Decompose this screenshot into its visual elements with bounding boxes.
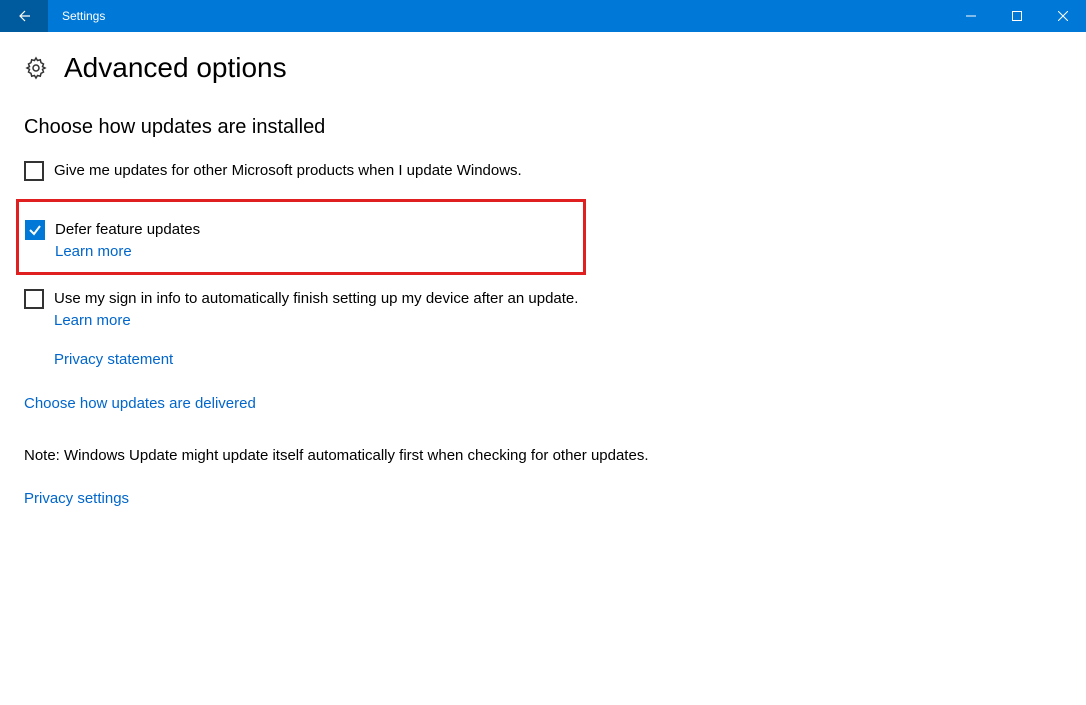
maximize-button[interactable] bbox=[994, 0, 1040, 32]
checkbox-defer[interactable] bbox=[25, 220, 45, 240]
page-header: Advanced options bbox=[24, 52, 1062, 84]
option-signin: Use my sign in info to automatically fin… bbox=[24, 289, 1062, 329]
minimize-button[interactable] bbox=[948, 0, 994, 32]
link-signin-learn-more[interactable]: Learn more bbox=[54, 312, 578, 329]
arrow-left-icon bbox=[16, 8, 32, 24]
back-button[interactable] bbox=[0, 0, 48, 32]
titlebar: Settings bbox=[0, 0, 1086, 32]
highlight-box: Defer feature updates Learn more bbox=[16, 199, 586, 275]
close-button[interactable] bbox=[1040, 0, 1086, 32]
window-controls bbox=[948, 0, 1086, 32]
note-text: Note: Windows Update might update itself… bbox=[24, 447, 1062, 464]
close-icon bbox=[1058, 11, 1068, 21]
link-defer-learn-more[interactable]: Learn more bbox=[55, 243, 200, 260]
page-title: Advanced options bbox=[64, 52, 287, 84]
window-title: Settings bbox=[62, 9, 105, 23]
gear-icon bbox=[24, 56, 48, 80]
link-privacy-settings[interactable]: Privacy settings bbox=[24, 490, 129, 507]
content-area: Advanced options Choose how updates are … bbox=[0, 32, 1086, 528]
label-defer: Defer feature updates bbox=[55, 220, 200, 240]
label-signin: Use my sign in info to automatically fin… bbox=[54, 289, 578, 309]
checkbox-other-products[interactable] bbox=[24, 161, 44, 181]
label-other-products: Give me updates for other Microsoft prod… bbox=[54, 161, 522, 181]
link-privacy-statement[interactable]: Privacy statement bbox=[54, 351, 173, 368]
link-delivery[interactable]: Choose how updates are delivered bbox=[24, 395, 256, 412]
option-other-products: Give me updates for other Microsoft prod… bbox=[24, 161, 1062, 181]
minimize-icon bbox=[966, 11, 976, 21]
checkbox-signin[interactable] bbox=[24, 289, 44, 309]
maximize-icon bbox=[1012, 11, 1022, 21]
section-title: Choose how updates are installed bbox=[24, 116, 1062, 139]
option-defer: Defer feature updates Learn more bbox=[25, 220, 577, 260]
